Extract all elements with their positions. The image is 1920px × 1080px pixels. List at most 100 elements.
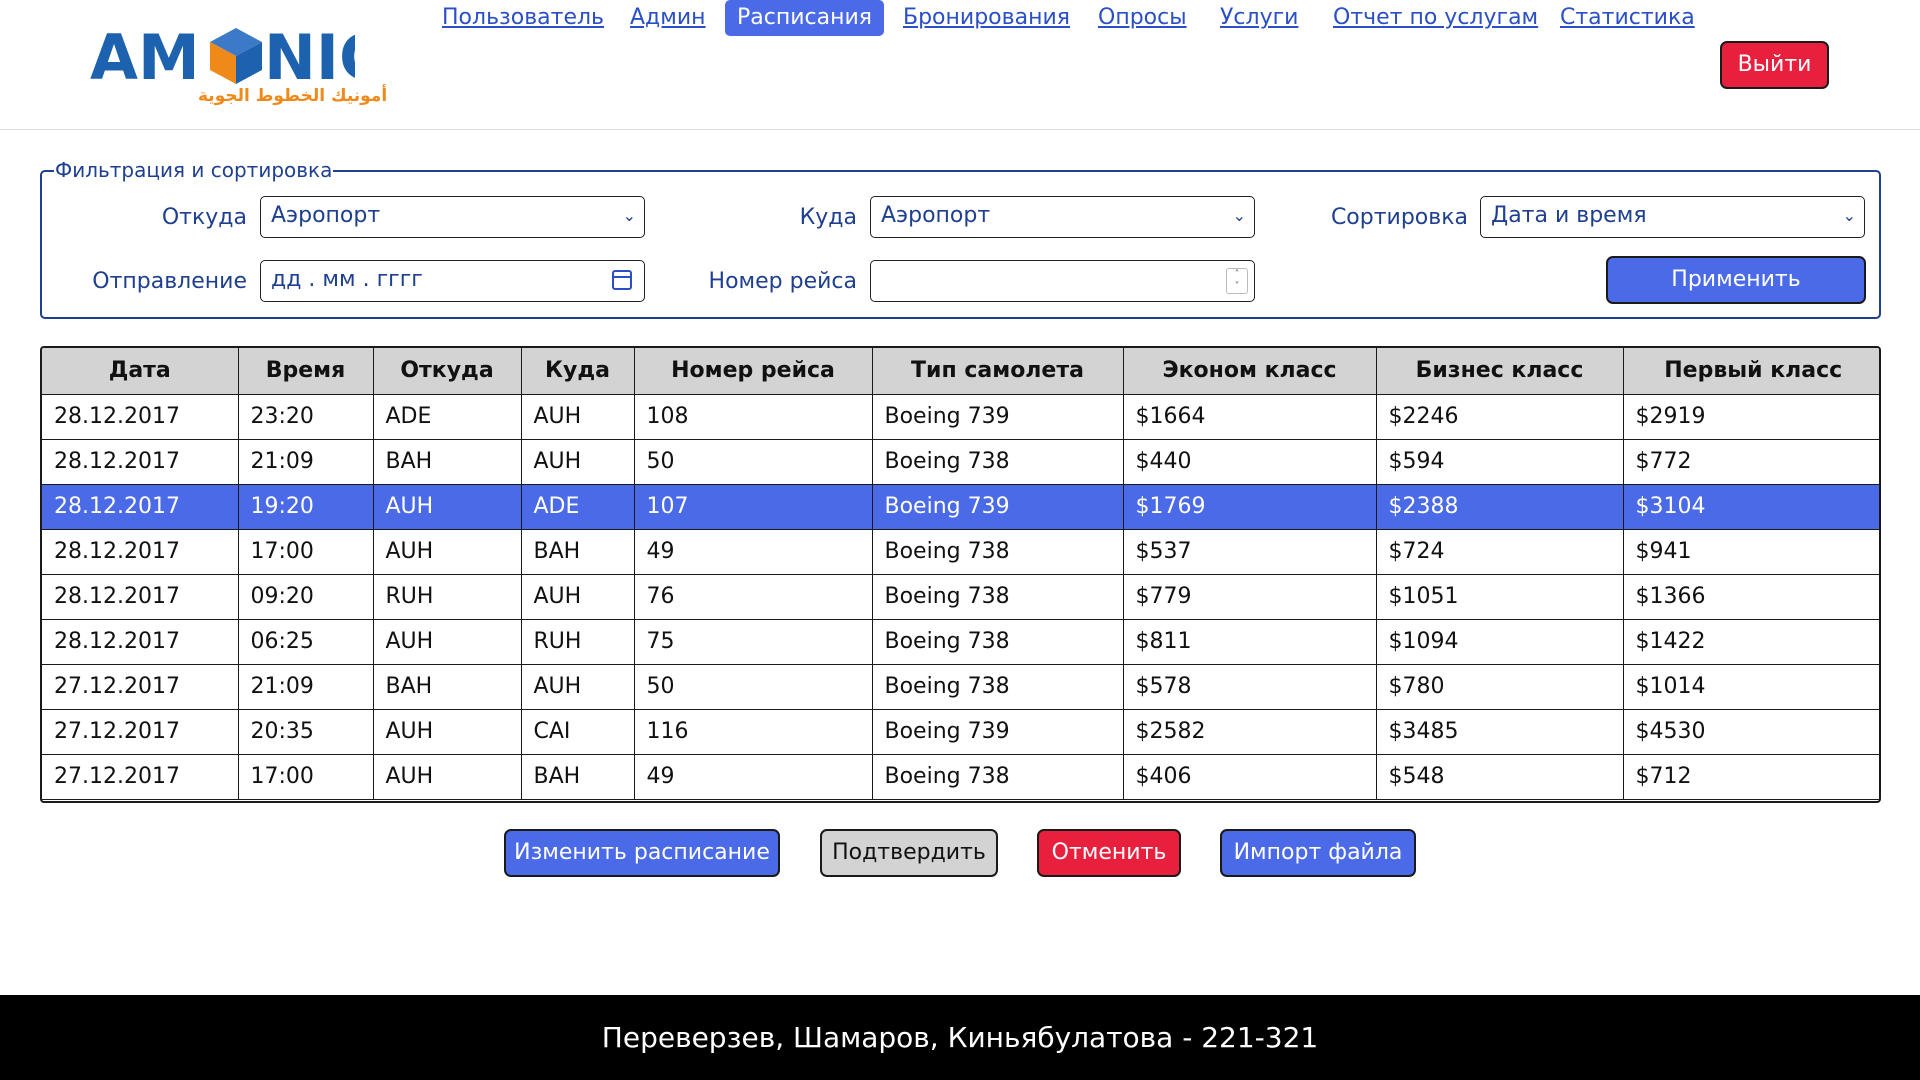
table-cell: 27.12.2017 — [42, 754, 239, 800]
table-cell: $3485 — [1376, 709, 1624, 755]
table-cell: $1094 — [1376, 619, 1624, 665]
table-cell: $2582 — [1123, 709, 1377, 755]
table-cell: 50 — [634, 664, 873, 710]
departure-date-placeholder: дд . мм . гггг — [271, 267, 423, 292]
table-row[interactable]: 28.12.2017 09:20 RUH AUH 76 Boeing 738 $779 $10… — [42, 574, 1879, 620]
footer-text: Переверзев, Шамаров, Киньябулатова - 221… — [601, 1021, 1319, 1054]
column-header[interactable]: Тип самолета — [872, 348, 1124, 395]
table-row[interactable]: 27.12.2017 21:09 BAH AUH 50 Boeing 738 $578 $78… — [42, 664, 1879, 710]
svg-text:AM: AM — [90, 22, 200, 94]
nav-link-schedules[interactable]: Расписания — [725, 0, 885, 36]
logout-button[interactable]: Выйти — [1720, 41, 1829, 89]
column-header[interactable]: Время — [238, 348, 374, 395]
table-cell: 28.12.2017 — [42, 619, 239, 665]
departure-label: Отправление — [92, 269, 247, 294]
table-cell: $1664 — [1123, 394, 1377, 440]
chevron-down-icon: ⌄ — [1232, 206, 1246, 225]
table-cell: 23:20 — [238, 394, 374, 440]
table-cell: 76 — [634, 574, 873, 620]
table-cell: BAH — [521, 754, 635, 800]
table-cell: Boeing 738 — [872, 439, 1124, 485]
table-cell: $941 — [1623, 529, 1879, 575]
column-header[interactable]: Бизнес класс — [1376, 348, 1624, 395]
edit-schedule-button[interactable]: Изменить расписание — [504, 829, 780, 877]
column-header[interactable]: Эконом класс — [1123, 348, 1377, 395]
apply-filter-button[interactable]: Применить — [1606, 256, 1866, 304]
table-cell: AUH — [521, 574, 635, 620]
table-cell: 17:00 — [238, 754, 374, 800]
nav-link-surveys[interactable]: Опросы — [1098, 0, 1187, 36]
table-cell: AUH — [373, 484, 522, 530]
table-cell: $537 — [1123, 529, 1377, 575]
table-cell: 28.12.2017 — [42, 439, 239, 485]
nav-link-bookings[interactable]: Бронирования — [903, 0, 1070, 36]
table-cell: Boeing 739 — [872, 484, 1124, 530]
table-cell: $1051 — [1376, 574, 1624, 620]
table-cell: $2388 — [1376, 484, 1624, 530]
table-row[interactable]: 28.12.2017 06:25 AUH RUH 75 Boeing 738 $811 $10… — [42, 619, 1879, 665]
table-row[interactable]: 28.12.2017 23:20 ADE AUH 108 Boeing 739 $1664 $… — [42, 394, 1879, 440]
table-cell: 19:20 — [238, 484, 374, 530]
table-cell: 108 — [634, 394, 873, 440]
table-cell: Boeing 738 — [872, 574, 1124, 620]
table-cell: $1014 — [1623, 664, 1879, 710]
table-cell: Boeing 738 — [872, 664, 1124, 710]
table-cell: AUH — [373, 709, 522, 755]
sort-select-value: Дата и время — [1491, 203, 1647, 228]
from-select[interactable]: Аэропорт ⌄ — [260, 196, 645, 238]
table-cell: $772 — [1623, 439, 1879, 485]
column-header[interactable]: Первый класс — [1623, 348, 1879, 395]
table-cell: RUH — [521, 619, 635, 665]
table-cell: 49 — [634, 754, 873, 800]
table-cell: 28.12.2017 — [42, 394, 239, 440]
table-row[interactable]: 28.12.2017 19:20 AUH ADE 107 Boeing 739 $1769 $… — [42, 484, 1879, 530]
import-file-button[interactable]: Импорт файла — [1220, 829, 1416, 877]
nav-link-user[interactable]: Пользователь — [442, 0, 604, 36]
table-cell: 09:20 — [238, 574, 374, 620]
table-cell: CAI — [521, 709, 635, 755]
table-cell: 21:09 — [238, 439, 374, 485]
column-header[interactable]: Дата — [42, 348, 239, 395]
table-row[interactable]: 27.12.2017 20:35 AUH CAI 116 Boeing 739 $2582 $… — [42, 709, 1879, 755]
calendar-icon[interactable] — [612, 270, 632, 290]
column-header[interactable]: Откуда — [373, 348, 522, 395]
table-cell: 75 — [634, 619, 873, 665]
table-cell: $548 — [1376, 754, 1624, 800]
logo-subtitle: أمونيك الخطوط الجوية — [198, 86, 388, 106]
nav-link-statistics[interactable]: Статистика — [1560, 0, 1695, 36]
table-cell: Boeing 738 — [872, 529, 1124, 575]
table-cell: 28.12.2017 — [42, 529, 239, 575]
sort-select[interactable]: Дата и время ⌄ — [1480, 196, 1865, 238]
table-cell: $779 — [1123, 574, 1377, 620]
table-cell: 49 — [634, 529, 873, 575]
amonic-logo[interactable]: AM NIC أمونيك الخطوط الجوية — [90, 22, 387, 107]
spinner-arrows-icon[interactable]: ˄ ˅ — [1226, 268, 1248, 294]
flight-number-input[interactable]: ˄ ˅ — [870, 260, 1255, 302]
table-cell: $3104 — [1623, 484, 1879, 530]
table-cell: AUH — [373, 619, 522, 665]
table-cell: 107 — [634, 484, 873, 530]
table-row[interactable]: 28.12.2017 17:00 AUH BAH 49 Boeing 738 $537 $72… — [42, 529, 1879, 575]
table-cell: $724 — [1376, 529, 1624, 575]
table-cell: Boeing 739 — [872, 709, 1124, 755]
nav-link-admin[interactable]: Админ — [630, 0, 706, 36]
schedule-table: Дата Время Откуда Куда Номер рейса Тип самоле… — [40, 346, 1881, 803]
column-header[interactable]: Номер рейса — [634, 348, 873, 395]
confirm-button[interactable]: Подтвердить — [820, 829, 998, 877]
table-cell: 50 — [634, 439, 873, 485]
table-row[interactable]: 28.12.2017 21:09 BAH AUH 50 Boeing 738 $440 $59… — [42, 439, 1879, 485]
table-cell: 28.12.2017 — [42, 484, 239, 530]
cancel-button[interactable]: Отменить — [1037, 829, 1181, 877]
column-header[interactable]: Куда — [521, 348, 635, 395]
nav-link-services[interactable]: Услуги — [1220, 0, 1298, 36]
svg-text:NIC: NIC — [264, 22, 355, 94]
to-select[interactable]: Аэропорт ⌄ — [870, 196, 1255, 238]
table-cell: $440 — [1123, 439, 1377, 485]
table-cell: $1366 — [1623, 574, 1879, 620]
from-label: Откуда — [161, 205, 247, 230]
departure-date-input[interactable]: дд . мм . гггг — [260, 260, 645, 302]
nav-link-services-report[interactable]: Отчет по услугам — [1333, 0, 1538, 36]
table-cell: BAH — [521, 529, 635, 575]
table-row[interactable]: 27.12.2017 17:00 AUH BAH 49 Boeing 738 $406 $54… — [42, 754, 1879, 800]
chevron-down-icon: ⌄ — [622, 206, 636, 225]
